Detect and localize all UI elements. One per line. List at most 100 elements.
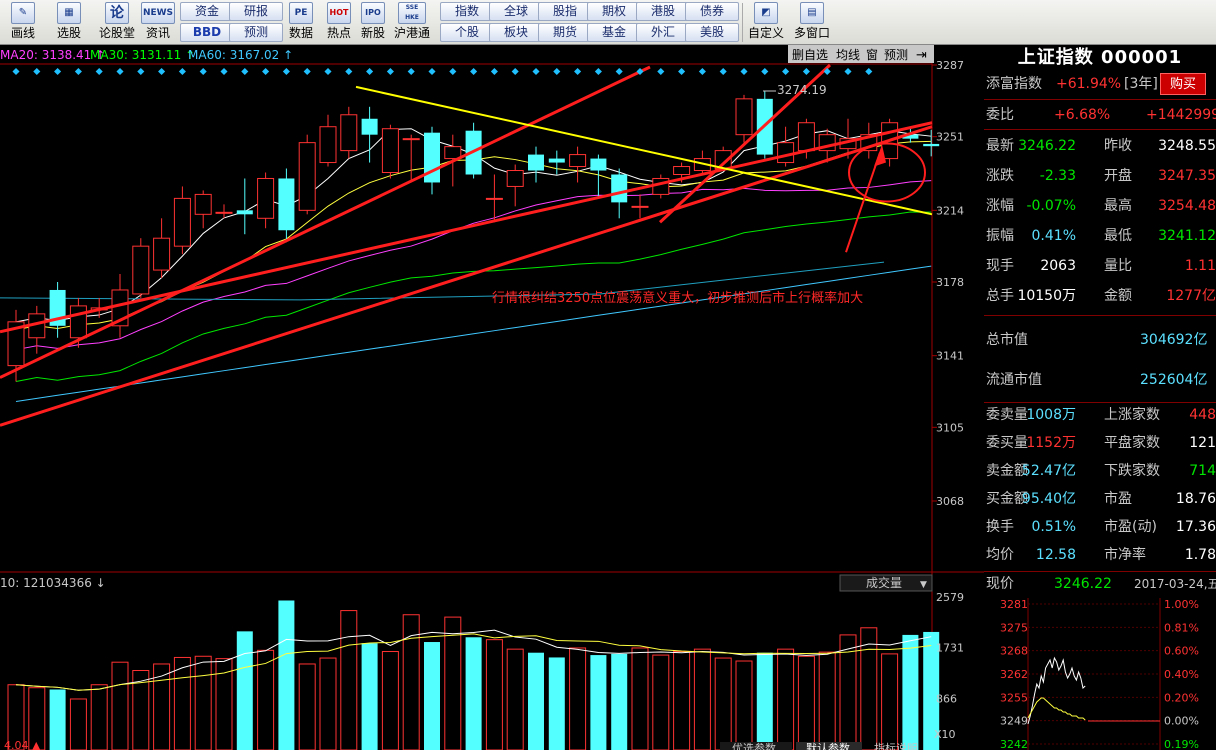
toolbar-divider bbox=[742, 3, 743, 42]
maximize-panel-icon[interactable]: ⇥ bbox=[916, 48, 927, 63]
mini-right-label: 0.00% bbox=[1164, 715, 1199, 728]
sector-button[interactable]: 板块 bbox=[489, 23, 543, 42]
quote-label: 市盈(动) bbox=[1104, 519, 1157, 535]
quote-label: 开盘 bbox=[1104, 168, 1132, 184]
kline-chart[interactable]: 328732513214317831413105306825791731866 … bbox=[0, 45, 984, 750]
bonds-button[interactable]: 债券 bbox=[685, 2, 739, 21]
tab-default-params[interactable]: 默认参数 bbox=[806, 741, 850, 750]
quote-label: 平盘家数 bbox=[1104, 435, 1160, 451]
quote-label: 总手 bbox=[986, 288, 1014, 304]
quote-row: 均价 12.58 市净率 1.78 bbox=[984, 542, 1216, 568]
custom-button[interactable]: ◩ 自定义 bbox=[744, 2, 788, 43]
volume-bar bbox=[444, 616, 462, 750]
candle-body bbox=[236, 210, 253, 215]
ipo-button[interactable]: IPO 新股 bbox=[352, 2, 394, 43]
candle-body bbox=[735, 98, 753, 136]
candle-body bbox=[631, 205, 649, 208]
quote-value: 1.78 bbox=[1184, 547, 1216, 563]
bbd-button[interactable]: BBD bbox=[180, 23, 234, 42]
volume-bar bbox=[631, 647, 649, 750]
ma-toggle-button[interactable]: 均线 bbox=[836, 48, 860, 62]
options-button[interactable]: 期权 bbox=[587, 2, 641, 21]
quote-row: 买金额 95.40亿 市盈 18.76 bbox=[984, 486, 1216, 512]
quote-value: -2.33 bbox=[1039, 168, 1076, 184]
volume-footer-value: 4.04 ▲ bbox=[4, 739, 41, 750]
volume-header: 10: 121034366 ↓ bbox=[0, 576, 106, 590]
individual-stock-button[interactable]: 个股 bbox=[440, 23, 494, 42]
quote-value: 3246.22 bbox=[1018, 138, 1076, 154]
forex-button[interactable]: 外汇 bbox=[636, 23, 690, 42]
volume-bar bbox=[714, 657, 732, 750]
data-button[interactable]: PE 数据 bbox=[280, 2, 322, 43]
sse-hk-connect-button[interactable]: SSE HKE 沪港通 bbox=[390, 2, 434, 43]
mini-left-label: 3281 bbox=[1000, 598, 1028, 611]
stock-index-futures-button[interactable]: 股指 bbox=[538, 2, 592, 21]
forecast-toggle-button[interactable]: 预测 bbox=[884, 48, 908, 62]
volume-unit-label: X10 bbox=[934, 728, 956, 741]
forum-button[interactable]: 论 论股堂 bbox=[94, 2, 140, 43]
candle-body bbox=[506, 170, 524, 187]
us-stocks-button[interactable]: 美股 bbox=[685, 23, 739, 42]
intraday-mini-chart[interactable]: 3281 1.00% 3275 0.81% 3268 0.60% 3262 0.40% 3255… bbox=[984, 598, 1216, 750]
quote-label: 涨幅 bbox=[986, 198, 1014, 214]
float-mv-row: 流通市值 252604亿 bbox=[986, 372, 1208, 388]
candle-body bbox=[590, 158, 607, 171]
mini-right-label: 1.00% bbox=[1164, 598, 1199, 611]
index-button[interactable]: 指数 bbox=[440, 2, 494, 21]
volume-tick-label: 1731 bbox=[936, 641, 964, 654]
global-button[interactable]: 全球 bbox=[489, 2, 543, 21]
hot-icon: HOT bbox=[327, 2, 351, 24]
quote-row: 委买量 1152万 平盘家数 121 bbox=[984, 430, 1216, 456]
price-tick-label: 3287 bbox=[936, 59, 964, 72]
mini-left-label: 3242 bbox=[1000, 738, 1028, 750]
weibi-row: 委比 +6.68% +1442999 bbox=[986, 107, 1216, 123]
quote-label: 最低 bbox=[1104, 228, 1132, 244]
candle-body bbox=[548, 158, 565, 163]
volume-bar bbox=[257, 649, 275, 750]
window-button[interactable]: 窗 bbox=[866, 48, 878, 62]
candle-body bbox=[528, 154, 544, 171]
volume-bar bbox=[693, 648, 711, 750]
funds-button[interactable]: 基金 bbox=[587, 23, 641, 42]
tab-optimal-params[interactable]: 优选参数 bbox=[732, 741, 776, 750]
quote-value: 10150万 bbox=[1017, 288, 1076, 304]
futures-button[interactable]: 期货 bbox=[538, 23, 592, 42]
quote-label: 涨跌 bbox=[986, 168, 1014, 184]
volume-bar bbox=[49, 689, 66, 750]
forecast-button[interactable]: 预测 bbox=[229, 23, 283, 42]
custom-icon: ◩ bbox=[754, 2, 778, 24]
candle-body bbox=[69, 305, 87, 339]
tab-indicator-help[interactable]: 指标说明 bbox=[874, 741, 918, 750]
draw-line-button[interactable]: ✎ 画线 bbox=[2, 2, 44, 43]
quote-label: 最高 bbox=[1104, 198, 1132, 214]
quote-row: 涨幅 -0.07% 最高 3254.48 bbox=[984, 193, 1216, 219]
quote-label: 金额 bbox=[1104, 288, 1132, 304]
candle-body bbox=[381, 128, 399, 174]
sse-hkex-icon: SSE HKE bbox=[398, 2, 426, 24]
stock-screen-button[interactable]: ▦ 选股 bbox=[48, 2, 90, 43]
candle-body bbox=[611, 174, 628, 203]
chart-header-buttons: 删自选 均线 窗 预测 ⇥ bbox=[788, 45, 934, 63]
volume-bar bbox=[361, 643, 378, 750]
quote-label: 量比 bbox=[1104, 258, 1132, 274]
volume-bar bbox=[194, 655, 212, 750]
volume-bar bbox=[652, 654, 670, 750]
toolbar: ✎ 画线 ▦ 选股 论 论股堂 NEWS 资讯 资金 研报 BBD 预测 PE … bbox=[0, 0, 1216, 45]
volume-bar bbox=[735, 660, 753, 750]
candle-body bbox=[173, 197, 191, 247]
quote-value: 52.47亿 bbox=[1021, 463, 1076, 479]
max-price-label: 3274.19 bbox=[777, 83, 827, 97]
buy-button[interactable]: 购买 bbox=[1160, 73, 1206, 95]
volume-bar bbox=[506, 648, 524, 750]
volume-bar bbox=[424, 642, 440, 750]
multi-window-button[interactable]: ▤ 多窗口 bbox=[790, 2, 834, 43]
fund-flow-button[interactable]: 资金 bbox=[180, 2, 234, 21]
quote-label: 下跌家数 bbox=[1104, 463, 1160, 479]
delete-watchlist-button[interactable]: 删自选 bbox=[792, 48, 828, 62]
hk-stocks-button[interactable]: 港股 bbox=[636, 2, 690, 21]
candle-body bbox=[319, 126, 337, 164]
news-button[interactable]: NEWS 资讯 bbox=[138, 2, 178, 43]
volume-bar bbox=[381, 651, 399, 750]
research-button[interactable]: 研报 bbox=[229, 2, 283, 21]
candle-body bbox=[298, 142, 316, 211]
